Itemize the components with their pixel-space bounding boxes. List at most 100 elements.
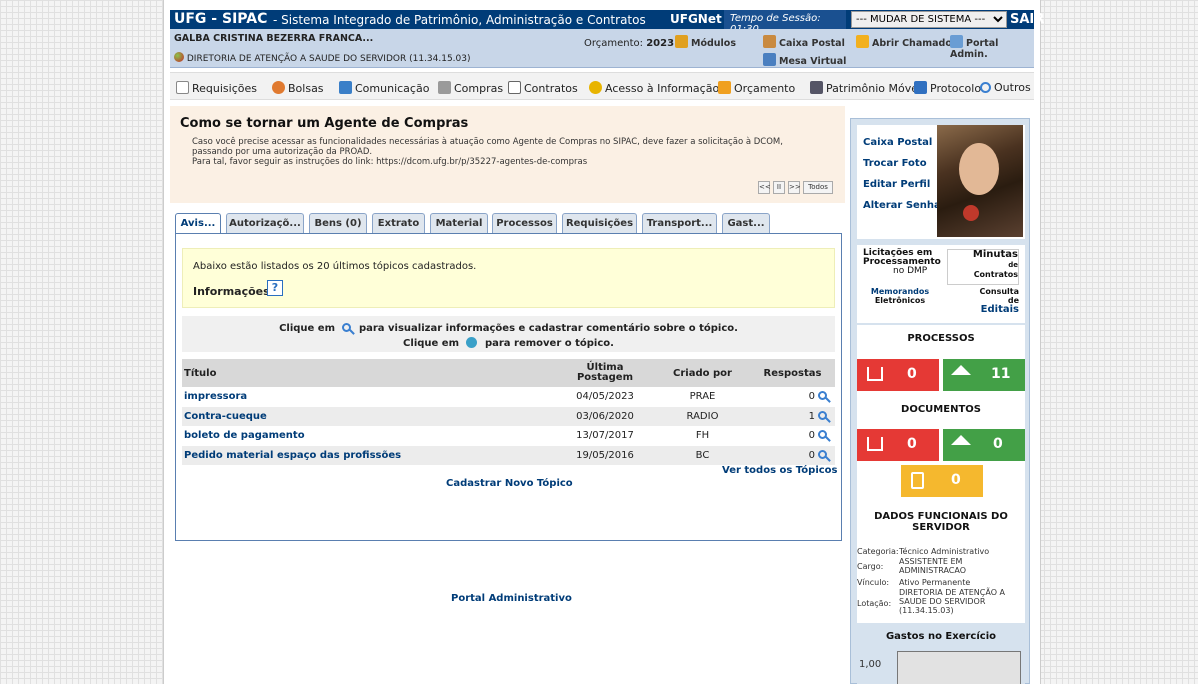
sidebar-link-edit-profile[interactable]: Editar Perfil	[863, 179, 930, 190]
mailbox-button[interactable]: Caixa Postal	[763, 35, 845, 49]
processos-incoming-count: 0	[907, 366, 917, 382]
licitacoes-line-3: no DMP	[893, 266, 928, 276]
processos-home-box[interactable]: 11	[943, 359, 1025, 391]
forum-info-label: Informações:	[193, 285, 275, 298]
memorandos-tile[interactable]: Memorandos Eletrônicos	[863, 287, 937, 319]
topic-link[interactable]: Contra-cueque	[184, 411, 267, 422]
notice-line-2: passando por uma autorização da PROAD.	[192, 147, 373, 157]
tab-transporte[interactable]: Transport...	[642, 213, 717, 234]
menu-acesso-informacao[interactable]: Acesso à Informação	[589, 81, 719, 95]
help-icon[interactable]: ?	[267, 280, 283, 296]
view-topic-icon[interactable]	[818, 410, 827, 420]
logout-button[interactable]: SAIR	[1010, 12, 1044, 27]
topic-replies: 0	[808, 430, 815, 442]
virtual-desk-button[interactable]: Mesa Virtual	[763, 53, 846, 67]
requisicoes-icon	[176, 81, 189, 94]
budget-year[interactable]: 2023	[646, 38, 674, 49]
documentos-other-box[interactable]: 0	[901, 465, 983, 497]
admin-portal-button[interactable]: Portal Admin.	[950, 35, 1034, 60]
compras-icon	[438, 81, 451, 94]
sidebar: Caixa Postal Trocar Foto Editar Perfil A…	[850, 118, 1030, 684]
gastos-axis-label: 1,00	[859, 659, 882, 670]
modules-icon	[675, 35, 688, 48]
view-topic-icon[interactable]	[818, 391, 827, 401]
ufgnet-link[interactable]: UFGNet	[670, 12, 722, 26]
tab-avisos[interactable]: Avis...	[175, 213, 221, 235]
pager-all-button[interactable]: Todos	[803, 181, 833, 194]
menu-protocolo[interactable]: Protocolo	[914, 81, 981, 95]
topic-replies: 1	[808, 410, 815, 422]
portal-icon	[950, 35, 963, 48]
col-replies: Respostas	[750, 359, 835, 387]
consulta-editais-tile[interactable]: Consulta de Editais	[947, 287, 1019, 321]
orcamento-icon	[718, 81, 731, 94]
menu-bolsas[interactable]: Bolsas	[272, 81, 324, 95]
system-switch-select[interactable]: --- MUDAR DE SISTEMA ---	[851, 11, 1007, 28]
view-topic-icon[interactable]	[818, 449, 827, 459]
main-menu-bar: Requisições Bolsas Comunicação Compras C…	[170, 72, 1034, 100]
processos-incoming-box[interactable]: 0	[857, 359, 939, 391]
topic-link[interactable]: impressora	[184, 391, 247, 402]
menu-compras[interactable]: Compras	[438, 81, 503, 95]
hint-1-post: para visualizar informações e cadastrar …	[358, 323, 738, 334]
menu-acesso-informacao-label: Acesso à Informação	[605, 82, 720, 95]
search-icon	[980, 82, 991, 93]
col-last-post: Última Postagem	[555, 359, 655, 387]
menu-outros[interactable]: Outros	[980, 81, 1031, 94]
consulta-line-1: Consulta	[979, 287, 1019, 296]
tab-gastos[interactable]: Gast...	[722, 213, 770, 234]
menu-contratos[interactable]: Contratos	[508, 81, 578, 95]
open-ticket-button[interactable]: Abrir Chamado	[856, 35, 952, 49]
minutas-line-3: Contratos	[973, 270, 1018, 279]
app-brand[interactable]: UFG - SIPAC	[174, 11, 267, 27]
documentos-home-count: 0	[993, 436, 1003, 452]
menu-comunicacao[interactable]: Comunicação	[339, 81, 429, 95]
topic-link[interactable]: boleto de pagamento	[184, 430, 305, 441]
licitacoes-tile[interactable]: Licitações em Processamento no DMP	[863, 249, 941, 285]
lotacao-value: DIRETORIA DE ATENÇÃO A SAUDE DO SERVIDOR…	[899, 588, 1005, 615]
comunicacao-icon	[339, 81, 352, 94]
hint-1-pre: Clique em	[279, 323, 335, 334]
documentos-incoming-box[interactable]: 0	[857, 429, 939, 461]
sidebar-link-change-password[interactable]: Alterar Senha	[863, 200, 941, 211]
top-header-bar: UFG - SIPAC - Sistema Integrado de Patri…	[170, 10, 1044, 35]
admin-portal-link[interactable]: Portal Administrativo	[451, 593, 572, 604]
tab-requisicoes[interactable]: Requisições	[562, 213, 637, 234]
pager-next-button[interactable]: >>	[788, 181, 801, 194]
vinculo-label: Vínculo:	[857, 578, 890, 587]
virtual-desk-label: Mesa Virtual	[779, 56, 847, 67]
table-row: Contra-cueque 03/06/2020 RADIO 1	[182, 406, 835, 426]
menu-orcamento[interactable]: Orçamento	[718, 81, 795, 95]
lotacao-line-3: (11.34.15.03)	[899, 606, 954, 615]
view-topic-icon[interactable]	[818, 430, 827, 440]
forum-panel: Abaixo estão listados os 20 últimos tópi…	[175, 233, 842, 541]
home-icon	[951, 365, 971, 375]
pager-pause-button[interactable]: II	[773, 181, 785, 194]
tab-material[interactable]: Material	[430, 213, 488, 234]
new-topic-link[interactable]: Cadastrar Novo Tópico	[446, 478, 573, 489]
table-row: impressora 04/05/2023 PRAE 0	[182, 387, 835, 407]
sidebar-link-change-photo[interactable]: Trocar Foto	[863, 158, 927, 169]
tab-processos[interactable]: Processos	[492, 213, 557, 234]
topic-date: 03/06/2020	[555, 406, 655, 426]
tab-bens[interactable]: Bens (0)	[309, 213, 367, 234]
menu-patrimonio-movel[interactable]: Patrimônio Móvel	[810, 81, 921, 95]
notice-line-3: Para tal, favor seguir as instruções do …	[192, 157, 588, 167]
minutas-tile[interactable]: Minutas de Contratos	[947, 249, 1019, 285]
gastos-chart-area	[897, 651, 1021, 684]
avatar[interactable]	[937, 125, 1023, 237]
topic-link[interactable]: Pedido material espaço das profissões	[184, 450, 401, 461]
modules-button[interactable]: Módulos	[675, 35, 736, 49]
user-unit: DIRETORIA DE ATENÇÃO A SAUDE DO SERVIDOR…	[174, 52, 471, 64]
menu-requisicoes[interactable]: Requisições	[176, 81, 257, 95]
tab-extrato[interactable]: Extrato	[372, 213, 425, 234]
pager-first-button[interactable]: <<	[758, 181, 771, 194]
sidebar-link-mailbox[interactable]: Caixa Postal	[863, 137, 932, 148]
user-name: GALBA CRISTINA BEZERRA FRANCA...	[174, 33, 374, 44]
see-all-topics-link[interactable]: Ver todos os Tópicos	[722, 465, 838, 476]
processos-home-count: 11	[991, 366, 1011, 382]
notice-text: Caso você precise acessar as funcionalid…	[192, 137, 832, 167]
documentos-home-box[interactable]: 0	[943, 429, 1025, 461]
tab-autorizacoes[interactable]: Autorizaçõ...	[226, 213, 304, 234]
table-row: boleto de pagamento 13/07/2017 FH 0	[182, 426, 835, 446]
